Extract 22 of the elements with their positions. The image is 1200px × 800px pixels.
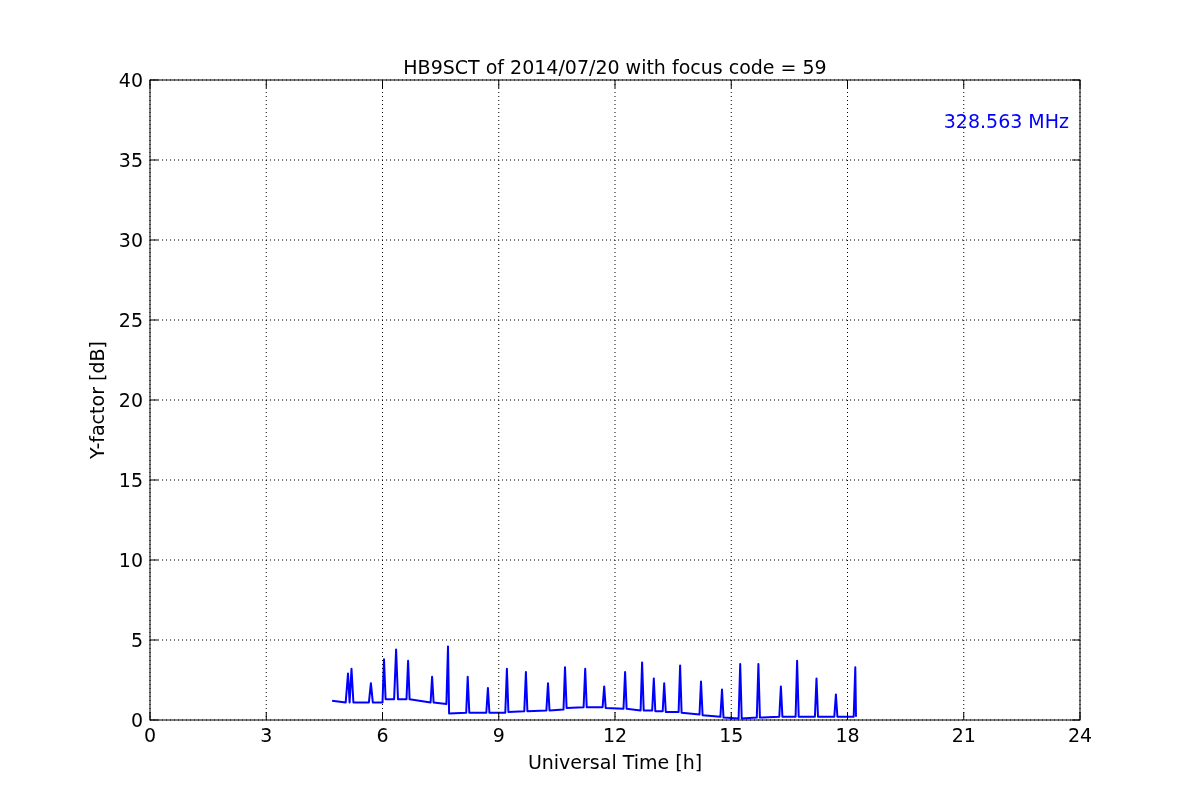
axis-tick-label: 35 bbox=[118, 149, 143, 171]
axis-tick-label: 30 bbox=[118, 229, 143, 251]
axis-tick-label: 15 bbox=[118, 469, 143, 491]
axis-tick-label: 5 bbox=[130, 629, 143, 651]
y-axis-label: Y-factor [dB] bbox=[86, 341, 108, 459]
axis-tick-label: 9 bbox=[492, 724, 505, 746]
axis-tick-label: 10 bbox=[118, 549, 143, 571]
axis-tick-label: 20 bbox=[118, 389, 143, 411]
axis-tick-label: 6 bbox=[376, 724, 389, 746]
axis-tick-label: 24 bbox=[1067, 724, 1093, 746]
axis-tick-label: 3 bbox=[260, 724, 273, 746]
frequency-annotation: 328.563 MHz bbox=[943, 110, 1069, 132]
axis-tick-label: 12 bbox=[602, 724, 628, 746]
axis-tick-label: 25 bbox=[118, 309, 143, 331]
x-axis-label: Universal Time [h] bbox=[527, 751, 703, 773]
axis-tick-label: 0 bbox=[143, 724, 157, 746]
axis-tick-label: 18 bbox=[835, 724, 860, 746]
chart-title: HB9SCT of 2014/07/20 with focus code = 59 bbox=[403, 56, 827, 78]
axis-tick-label: 15 bbox=[719, 724, 744, 746]
axis-tick-label: 40 bbox=[118, 69, 143, 91]
axis-tick-label: 21 bbox=[951, 724, 976, 746]
axis-tick-label: 0 bbox=[130, 709, 143, 731]
